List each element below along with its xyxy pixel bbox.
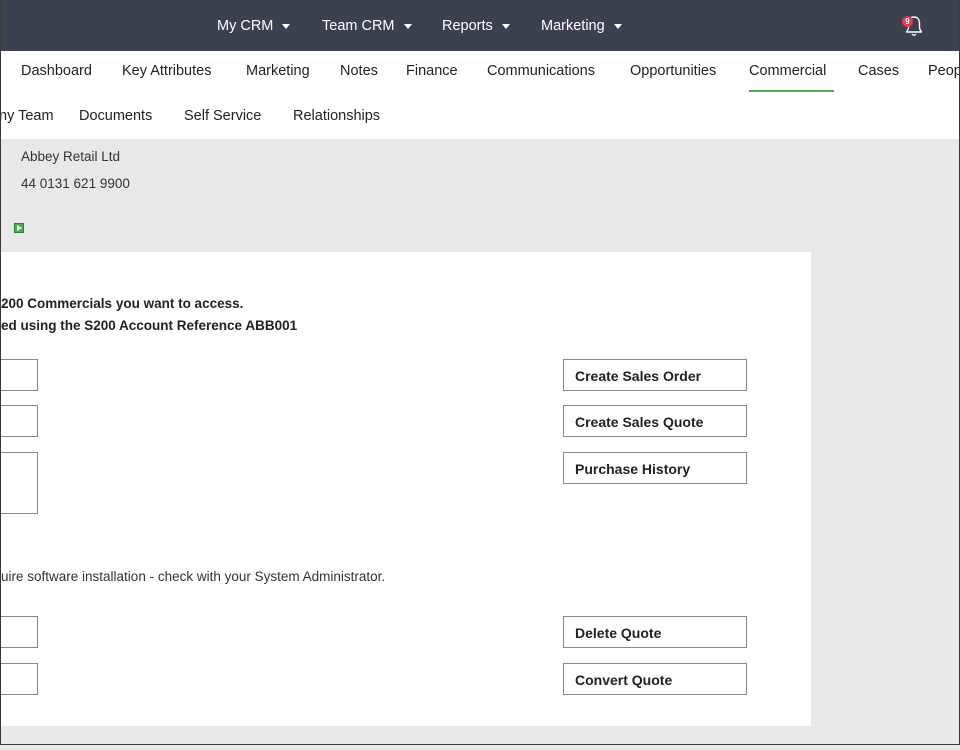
tab-relationships[interactable]: Relationships xyxy=(293,108,380,124)
nav-team-crm-label: Team CRM xyxy=(322,17,395,34)
input-field-2[interactable] xyxy=(1,405,38,437)
tab-communications[interactable]: Communications xyxy=(487,63,595,79)
nav-reports[interactable]: Reports xyxy=(442,0,510,51)
caret-down-icon xyxy=(613,24,622,29)
input-field-4[interactable] xyxy=(1,616,38,648)
create-sales-quote-button[interactable]: Create Sales Quote xyxy=(563,405,747,437)
nav-team-crm[interactable]: Team CRM xyxy=(322,0,412,51)
caret-down-icon xyxy=(282,24,291,29)
create-sales-order-button[interactable]: Create Sales Order xyxy=(563,359,747,391)
nav-my-crm[interactable]: My CRM xyxy=(217,0,291,51)
account-name: Abbey Retail Ltd xyxy=(21,149,121,164)
tab-commercial[interactable]: Commercial xyxy=(749,63,826,79)
nav-my-crm-label: My CRM xyxy=(217,17,274,34)
app-frame: My CRM Team CRM Reports Marketing 9 Dash… xyxy=(0,0,960,745)
tab-people[interactable]: Peop xyxy=(928,63,959,79)
caret-down-icon xyxy=(501,24,510,29)
top-navigation-bar: My CRM Team CRM Reports Marketing 9 xyxy=(1,0,959,51)
convert-quote-button[interactable]: Convert Quote xyxy=(563,663,747,695)
tab-documents[interactable]: Documents xyxy=(79,108,152,124)
tab-finance[interactable]: Finance xyxy=(406,63,458,79)
software-note: uire software installation - check with … xyxy=(1,569,386,584)
nav-marketing[interactable]: Marketing xyxy=(541,0,622,51)
tab-opportunities[interactable]: Opportunities xyxy=(630,63,716,79)
notification-bell[interactable]: 9 xyxy=(902,14,926,38)
tab-self-service[interactable]: Self Service xyxy=(184,108,261,124)
tab-marketing[interactable]: Marketing xyxy=(246,63,310,79)
input-field-1[interactable] xyxy=(1,359,38,391)
tab-my-team[interactable]: ny Team xyxy=(1,108,54,124)
record-tabs: Dashboard Key Attributes Marketing Notes… xyxy=(1,51,959,139)
nav-marketing-label: Marketing xyxy=(541,17,605,34)
tab-key-attributes[interactable]: Key Attributes xyxy=(122,63,211,79)
play-icon[interactable] xyxy=(14,223,24,233)
instruction-line-1: 200 Commercials you want to access. xyxy=(1,296,244,311)
input-field-5[interactable] xyxy=(1,663,38,695)
account-phone: 44 0131 621 9900 xyxy=(21,176,130,191)
tab-dashboard[interactable]: Dashboard xyxy=(21,63,92,79)
tab-notes[interactable]: Notes xyxy=(340,63,378,79)
instruction-line-2: ed using the S200 Account Reference ABB0… xyxy=(1,318,298,333)
delete-quote-button[interactable]: Delete Quote xyxy=(563,616,747,648)
tab-cases[interactable]: Cases xyxy=(858,63,899,79)
caret-down-icon xyxy=(403,24,412,29)
commercial-panel: 200 Commercials you want to access. ed u… xyxy=(1,252,811,726)
purchase-history-button[interactable]: Purchase History xyxy=(563,452,747,484)
nav-reports-label: Reports xyxy=(442,17,493,34)
notification-badge: 9 xyxy=(902,16,913,27)
input-field-3[interactable] xyxy=(1,452,38,514)
active-tab-indicator xyxy=(749,90,834,92)
